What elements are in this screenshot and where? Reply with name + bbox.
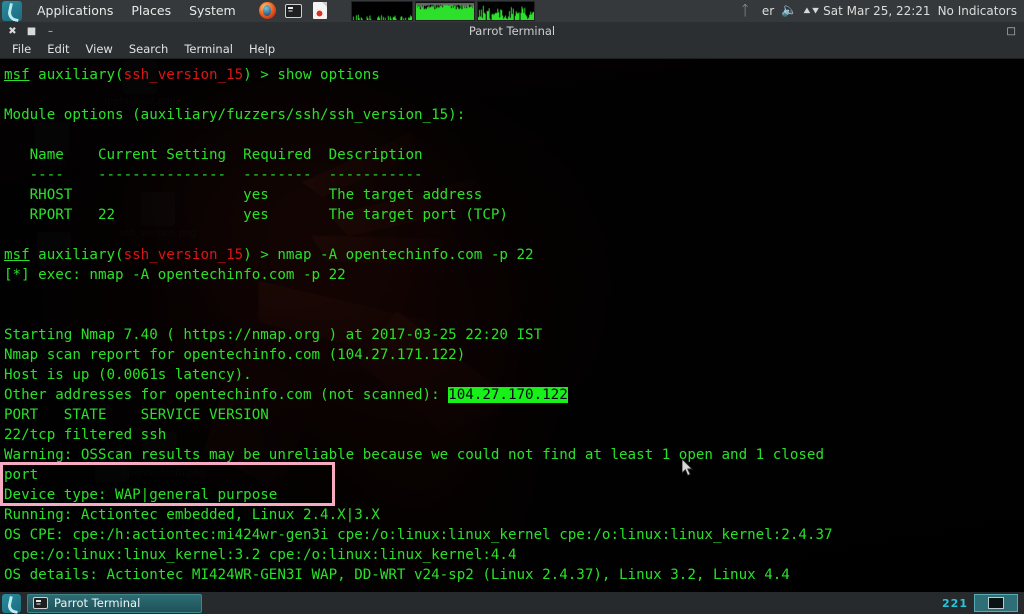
terminal-line: Host is up (0.0061s latency). xyxy=(2,365,1024,385)
terminal-icon xyxy=(33,597,48,609)
cpu-graph xyxy=(350,1,413,21)
terminal-menu-bar: File Edit View Search Terminal Help xyxy=(0,40,1024,59)
terminal-line: Warning: OSScan results may be unreliabl… xyxy=(2,445,1024,465)
taskbar-window-label: Parrot Terminal xyxy=(54,596,141,610)
menu-places[interactable]: Places xyxy=(122,0,180,22)
network-graph xyxy=(476,1,535,21)
terminal-text: ) > nmap -A opentechinfo.com -p 22 xyxy=(243,247,534,263)
menu-help[interactable]: Help xyxy=(241,40,283,59)
terminal-line: 22/tcp filtered ssh xyxy=(2,425,1024,445)
terminal-text: Starting Nmap 7.40 ( https://nmap.org ) … xyxy=(4,327,543,343)
terminal-text: Name Current Setting Required Descriptio… xyxy=(4,147,423,163)
terminal-text: 22/tcp filtered ssh xyxy=(4,427,167,443)
terminal-line: [*] exec: nmap -A opentechinfo.com -p 22 xyxy=(2,265,1024,285)
terminal-line: OS CPE: cpe:/h:actiontec:mi424wr-gen3i c… xyxy=(2,525,1024,545)
taskbar: Parrot Terminal 221 xyxy=(0,592,1024,614)
terminal-text: OS CPE: cpe:/h:actiontec:mi424wr-gen3i c… xyxy=(4,527,833,543)
mouse-cursor xyxy=(682,459,694,477)
terminal-text: ---- --------------- -------- ----------… xyxy=(4,167,423,183)
parrot-logo-icon[interactable] xyxy=(2,593,21,613)
indicators-label[interactable]: No Indicators xyxy=(938,4,1017,18)
workspace-number: 221 xyxy=(942,596,968,610)
menu-view[interactable]: View xyxy=(78,40,121,59)
terminal-line-container: msf auxiliary(ssh_version_15) > show opt… xyxy=(2,65,1024,585)
taskbar-right-area: 221 xyxy=(942,594,1024,612)
terminal-text: ssh_version_15 xyxy=(123,247,244,263)
menu-terminal[interactable]: Terminal xyxy=(176,40,241,59)
terminal-line: Starting Nmap 7.40 ( https://nmap.org ) … xyxy=(2,325,1024,345)
terminal-line: Other addresses for opentechinfo.com (no… xyxy=(2,385,1024,405)
workspace-switcher-icon[interactable] xyxy=(974,594,1018,612)
terminal-line: Module options (auxiliary/fuzzers/ssh/ss… xyxy=(2,105,1024,125)
firefox-icon[interactable] xyxy=(257,2,279,20)
terminal-line: Nmap scan report for opentechinfo.com (1… xyxy=(2,345,1024,365)
top-panel: Applications Places System ᛏ er 🔈 ⯅⯆ Sat… xyxy=(0,0,1024,22)
taskbar-window-button[interactable]: Parrot Terminal xyxy=(27,593,202,613)
system-tray: ᛏ er 🔈 ⯅⯆ Sat Mar 25, 22:21 No Indicator… xyxy=(741,3,1024,19)
terminal-text: OS details: Actiontec MI424WR-GEN3I WAP,… xyxy=(4,567,790,583)
menu-search[interactable]: Search xyxy=(121,40,177,59)
menu-edit[interactable]: Edit xyxy=(39,40,77,59)
keyboard-layout-indicator[interactable]: er xyxy=(762,4,774,18)
menu-file[interactable]: File xyxy=(4,40,39,59)
terminal-text: [*] exec: nmap -A opentechinfo.com -p 22 xyxy=(4,267,346,283)
terminal-text: PORT STATE SERVICE VERSION xyxy=(4,407,269,423)
terminal-line: RHOST yes The target address xyxy=(2,185,1024,205)
selected-text: 104.27.170.122 xyxy=(448,387,568,403)
bluetooth-icon[interactable]: ᛏ xyxy=(741,3,755,19)
window-title-bar[interactable]: ✖ ■ – Parrot Terminal □ xyxy=(0,22,1024,40)
terminal-line: OS details: Actiontec MI424WR-GEN3I WAP,… xyxy=(2,565,1024,585)
terminal-text: auxiliary( xyxy=(29,247,124,263)
parrot-logo-icon[interactable] xyxy=(2,1,22,21)
menu-applications[interactable]: Applications xyxy=(28,0,122,22)
desktop-screen: Homemetasploit.pngssh_version.pngDocumen… xyxy=(0,0,1024,614)
terminal-text: ssh_version_15 xyxy=(123,67,244,83)
window-title: Parrot Terminal xyxy=(468,24,556,38)
terminal-output[interactable]: msf auxiliary(ssh_version_15) > show opt… xyxy=(0,59,1024,592)
terminal-line: ---- --------------- -------- ----------… xyxy=(2,165,1024,185)
terminal-line: msf auxiliary(ssh_version_15) > nmap -A … xyxy=(2,245,1024,265)
terminal-text: Running: Actiontec embedded, Linux 2.4.X… xyxy=(4,507,380,523)
terminal-text: Other addresses for opentechinfo.com (no… xyxy=(4,387,449,403)
terminal-line: PORT STATE SERVICE VERSION xyxy=(2,405,1024,425)
menu-system[interactable]: System xyxy=(180,0,245,22)
terminal-text: msf xyxy=(4,247,30,263)
terminal-line: Device type: WAP|general purpose xyxy=(2,485,1024,505)
terminal-text: Device type: WAP|general purpose xyxy=(4,487,278,503)
terminal-text: Warning: OSScan results may be unreliabl… xyxy=(4,447,824,463)
terminal-text: RPORT 22 yes The target port (TCP) xyxy=(4,207,508,223)
network-updown-icon[interactable]: ⯅⯆ xyxy=(802,3,820,19)
terminal-text: msf xyxy=(4,67,30,83)
terminal-icon[interactable] xyxy=(283,2,305,20)
terminal-line: port xyxy=(2,465,1024,485)
volume-icon[interactable]: 🔈 xyxy=(781,3,797,19)
clock[interactable]: Sat Mar 25, 22:21 xyxy=(823,4,930,18)
terminal-text: Nmap scan report for opentechinfo.com (1… xyxy=(4,347,466,363)
terminal-text: cpe:/o:linux:linux_kernel:3.2 cpe:/o:lin… xyxy=(4,547,517,563)
terminal-line: Running: Actiontec embedded, Linux 2.4.X… xyxy=(2,505,1024,525)
terminal-window: ✖ ■ – Parrot Terminal □ File Edit View S… xyxy=(0,22,1024,592)
terminal-text: Module options (auxiliary/fuzzers/ssh/ss… xyxy=(4,107,466,123)
terminal-text: RHOST yes The target address xyxy=(4,187,483,203)
terminal-line: RPORT 22 yes The target port (TCP) xyxy=(2,205,1024,225)
terminal-text: ) > show options xyxy=(243,67,380,83)
file-blocked-icon[interactable] xyxy=(309,2,331,20)
system-monitor-applet[interactable] xyxy=(350,1,535,21)
terminal-text: port xyxy=(4,467,39,483)
terminal-line: msf auxiliary(ssh_version_15) > show opt… xyxy=(2,65,1024,85)
terminal-line: cpe:/o:linux:linux_kernel:3.2 cpe:/o:lin… xyxy=(2,545,1024,565)
memory-graph xyxy=(414,1,475,21)
terminal-line: Name Current Setting Required Descriptio… xyxy=(2,145,1024,165)
terminal-text: auxiliary( xyxy=(29,67,124,83)
terminal-text: Host is up (0.0061s latency). xyxy=(4,367,252,383)
